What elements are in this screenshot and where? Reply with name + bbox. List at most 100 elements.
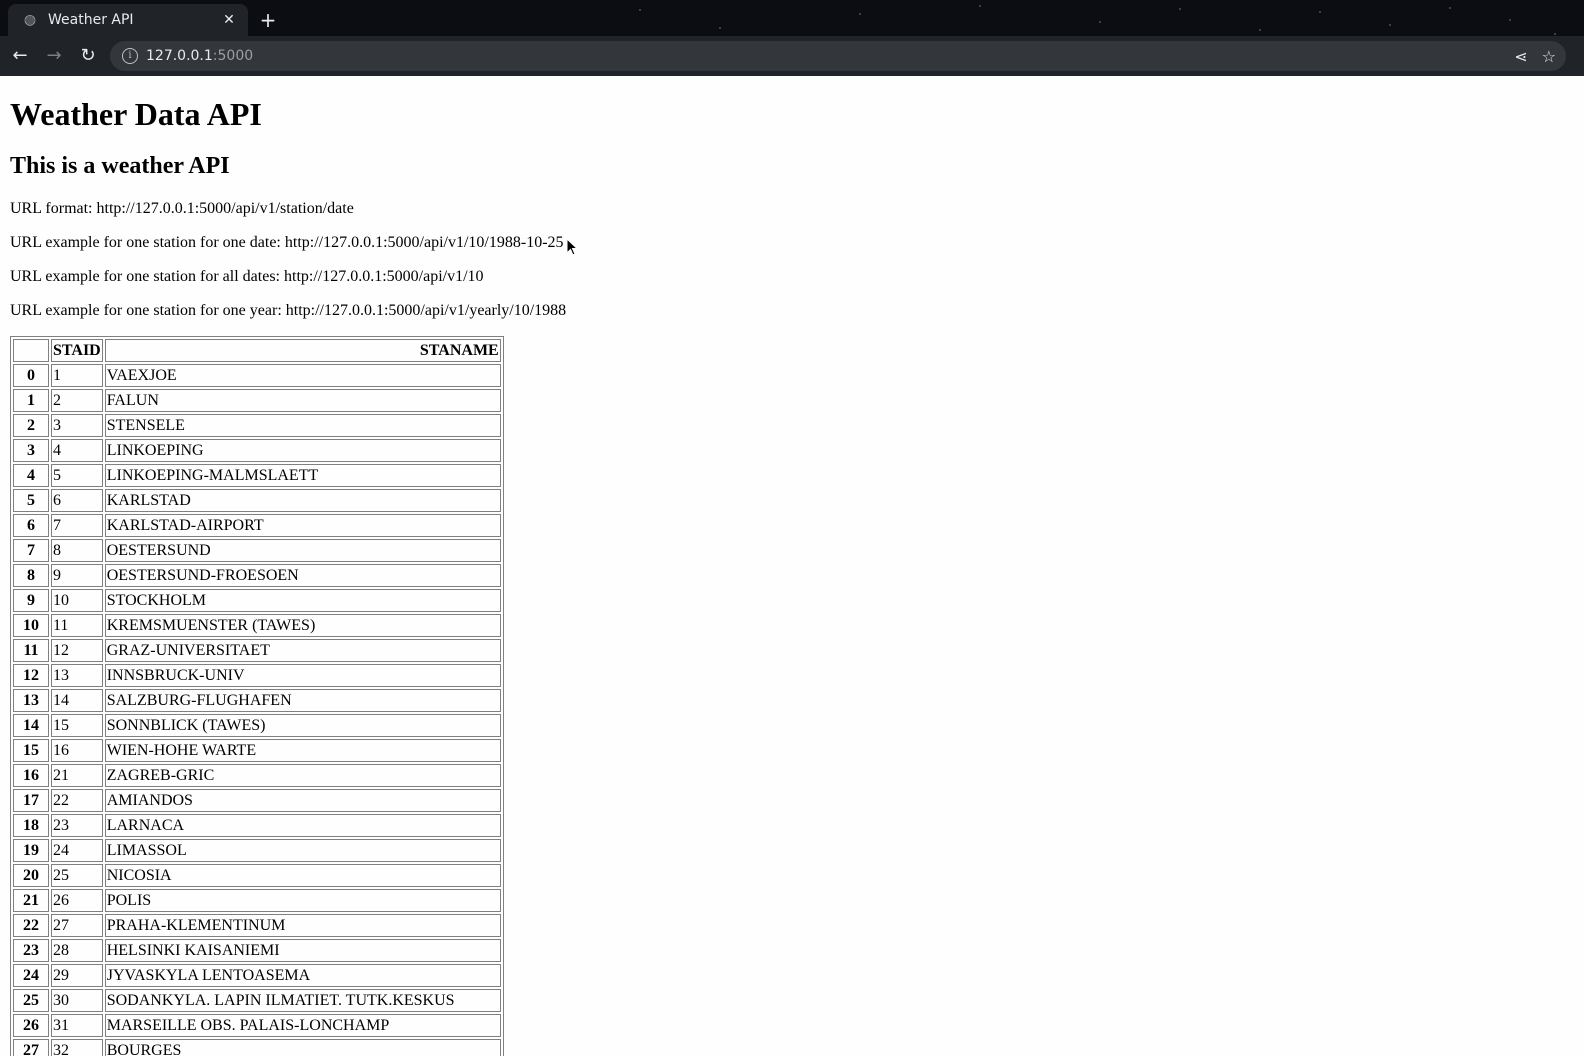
page-title: Weather Data API xyxy=(10,96,262,132)
stations-table: STAID STANAME 0 1 VAEXJOE 1 2 FALUN 2 3 STENSELE… xyxy=(10,336,504,1056)
forward-icon[interactable]: → xyxy=(40,42,68,70)
staid-cell: 29 xyxy=(51,964,103,987)
back-icon[interactable]: ← xyxy=(6,42,34,70)
row-index: 2 xyxy=(13,414,49,437)
row-index: 5 xyxy=(13,489,49,512)
row-index: 3 xyxy=(13,439,49,462)
table-row: 11 12 GRAZ-UNIVERSITAET xyxy=(13,639,501,662)
staname-cell: KARLSTAD xyxy=(104,489,501,512)
row-index: 8 xyxy=(13,564,49,587)
table-row: 5 6 KARLSTAD xyxy=(13,489,501,512)
row-index: 0 xyxy=(13,364,49,387)
staname-cell: AMIANDOS xyxy=(104,789,501,812)
table-row: 1 2 FALUN xyxy=(13,389,501,412)
star-icon[interactable]: ☆ xyxy=(1542,47,1556,66)
url-host: 127.0.0.1 xyxy=(146,48,213,64)
table-row: 18 23 LARNACA xyxy=(13,814,501,837)
example-all-dates-line: URL example for one station for all date… xyxy=(10,268,484,285)
table-row: 22 27 PRAHA-KLEMENTINUM xyxy=(13,914,501,937)
table-row: 8 9 OESTERSUND-FROESOEN xyxy=(13,564,501,587)
staname-cell: FALUN xyxy=(104,389,501,412)
url-port: :5000 xyxy=(212,48,254,64)
globe-icon: ◍ xyxy=(23,12,37,28)
staname-cell: SODANKYLA. LAPIN ILMATIET. TUTK.KESKUS xyxy=(104,989,501,1012)
row-index: 25 xyxy=(13,989,49,1012)
row-index: 6 xyxy=(13,514,49,537)
row-index: 19 xyxy=(13,839,49,862)
tab-title: Weather API xyxy=(48,12,134,28)
table-row: 16 21 ZAGREB-GRIC xyxy=(13,764,501,787)
staname-cell: KREMSMUENSTER (TAWES) xyxy=(104,614,501,637)
staid-cell: 12 xyxy=(51,639,103,662)
table-row: 3 4 LINKOEPING xyxy=(13,439,501,462)
row-index: 11 xyxy=(13,639,49,662)
new-tab-button[interactable]: + xyxy=(256,8,280,32)
row-index: 10 xyxy=(13,614,49,637)
table-row: 6 7 KARLSTAD-AIRPORT xyxy=(13,514,501,537)
staname-cell: VAEXJOE xyxy=(104,364,501,387)
reload-icon[interactable]: ↻ xyxy=(74,42,102,70)
row-index: 24 xyxy=(13,964,49,987)
row-index: 26 xyxy=(13,1014,49,1037)
staid-cell: 21 xyxy=(51,764,103,787)
browser-chrome: ◍ Weather API ✕ + ← → ↻ i 127.0.0.1:5000… xyxy=(0,0,1584,76)
staname-cell: NICOSIA xyxy=(104,864,501,887)
staid-cell: 31 xyxy=(51,1014,103,1037)
staname-cell: PRAHA-KLEMENTINUM xyxy=(104,914,501,937)
staid-cell: 15 xyxy=(51,714,103,737)
row-index: 9 xyxy=(13,589,49,612)
staname-cell: POLIS xyxy=(104,889,501,912)
staname-cell: GRAZ-UNIVERSITAET xyxy=(104,639,501,662)
staid-cell: 24 xyxy=(51,839,103,862)
browser-tab[interactable]: ◍ Weather API ✕ xyxy=(8,4,248,36)
table-row: 7 8 OESTERSUND xyxy=(13,539,501,562)
example-one-date-line: URL example for one station for one date… xyxy=(10,234,564,251)
table-row: 15 16 WIEN-HOHE WARTE xyxy=(13,739,501,762)
staname-cell: JYVASKYLA LENTOASEMA xyxy=(104,964,501,987)
table-row: 14 15 SONNBLICK (TAWES) xyxy=(13,714,501,737)
row-index: 15 xyxy=(13,739,49,762)
staid-cell: 16 xyxy=(51,739,103,762)
staname-cell: OESTERSUND xyxy=(104,539,501,562)
info-icon[interactable]: i xyxy=(122,48,138,64)
url-format-line: URL format: http://127.0.0.1:5000/api/v1… xyxy=(10,200,354,217)
table-row: 9 10 STOCKHOLM xyxy=(13,589,501,612)
staid-cell: 30 xyxy=(51,989,103,1012)
row-index: 13 xyxy=(13,689,49,712)
row-index: 7 xyxy=(13,539,49,562)
staname-cell: ZAGREB-GRIC xyxy=(104,764,501,787)
table-row: 2 3 STENSELE xyxy=(13,414,501,437)
table-row: 17 22 AMIANDOS xyxy=(13,789,501,812)
row-index: 1 xyxy=(13,389,49,412)
staname-cell: SONNBLICK (TAWES) xyxy=(104,714,501,737)
staname-cell: HELSINKI KAISANIEMI xyxy=(104,939,501,962)
staname-cell: INNSBRUCK-UNIV xyxy=(104,664,501,687)
staname-cell: LINKOEPING xyxy=(104,439,501,462)
table-row: 21 26 POLIS xyxy=(13,889,501,912)
address-bar[interactable]: i 127.0.0.1:5000 ⋖ ☆ xyxy=(110,41,1566,71)
staname-cell: SALZBURG-FLUGHAFEN xyxy=(104,689,501,712)
browser-toolbar: ← → ↻ i 127.0.0.1:5000 ⋖ ☆ xyxy=(0,36,1584,76)
staid-cell: 11 xyxy=(51,614,103,637)
row-index: 18 xyxy=(13,814,49,837)
row-index: 20 xyxy=(13,864,49,887)
staid-cell: 28 xyxy=(51,939,103,962)
staname-header: STANAME xyxy=(104,339,501,362)
row-index: 21 xyxy=(13,889,49,912)
row-index: 14 xyxy=(13,714,49,737)
close-icon[interactable]: ✕ xyxy=(220,11,238,29)
staid-cell: 1 xyxy=(51,364,103,387)
page-subtitle: This is a weather API xyxy=(10,153,230,179)
staid-cell: 4 xyxy=(51,439,103,462)
staname-cell: OESTERSUND-FROESOEN xyxy=(104,564,501,587)
staid-cell: 14 xyxy=(51,689,103,712)
table-row: 13 14 SALZBURG-FLUGHAFEN xyxy=(13,689,501,712)
staid-cell: 7 xyxy=(51,514,103,537)
share-icon[interactable]: ⋖ xyxy=(1514,47,1527,66)
table-row: 10 11 KREMSMUENSTER (TAWES) xyxy=(13,614,501,637)
example-one-year-line: URL example for one station for one year… xyxy=(10,302,567,319)
staid-cell: 25 xyxy=(51,864,103,887)
staid-cell: 2 xyxy=(51,389,103,412)
table-row: 24 29 JYVASKYLA LENTOASEMA xyxy=(13,964,501,987)
table-row: 20 25 NICOSIA xyxy=(13,864,501,887)
